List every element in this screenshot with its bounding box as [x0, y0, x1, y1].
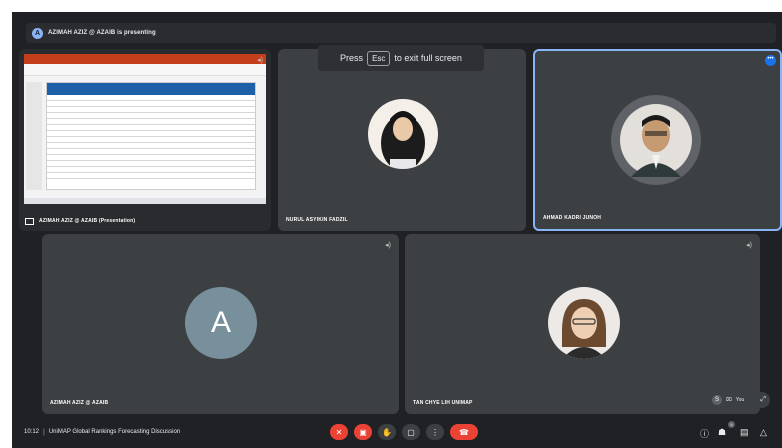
meeting-title: UniMAP Global Rankings Forecasting Discu… [48, 429, 181, 435]
self-view-pill[interactable]: S ⌧ You ⤢ [708, 392, 770, 408]
presenter-avatar-icon: A [32, 27, 43, 39]
more-options-button[interactable]: ⋮ [426, 424, 444, 440]
separator: | [43, 428, 45, 436]
mute-indicator-icon: ◂) [257, 57, 263, 64]
raise-hand-button[interactable]: ✋ [378, 424, 396, 440]
participant-avatar: A [185, 287, 257, 359]
camera-off-button[interactable]: ▣ [354, 424, 372, 440]
self-view-label: You [735, 397, 745, 403]
mic-off-button[interactable]: ✕ [330, 424, 348, 440]
participant-photo [548, 287, 620, 359]
presenting-text: AZIMAH AZIZ @ AZAIB is presenting [48, 30, 156, 36]
fullscreen-toast: Press Esc to exit full screen [318, 45, 484, 71]
shared-screen [24, 54, 266, 204]
control-bar: 10:12 | UniMAP Global Rankings Forecasti… [12, 416, 782, 448]
chat-icon[interactable]: ▤ [740, 427, 749, 438]
self-avatar-icon: S [712, 395, 722, 405]
participant-photo [611, 95, 701, 185]
tile-name: TAN CHYE LIH UNIMAP [413, 400, 473, 406]
presenting-banner: A AZIMAH AZIZ @ AZAIB is presenting [26, 23, 776, 43]
tile-name: AZIMAH AZIZ @ AZAIB (Presentation) [39, 218, 136, 224]
tile-name: NURUL ASYIKIN FADZIL [286, 217, 348, 223]
camera-off-icon: ▣ [359, 427, 367, 437]
present-button[interactable]: ▢ [402, 424, 420, 440]
more-options-icon[interactable]: ••• [765, 55, 776, 66]
app-ribbon [24, 64, 266, 76]
presentation-icon [25, 218, 34, 225]
tile-participant[interactable]: ◂) TAN CHYE LIH UNIMAP [405, 234, 760, 414]
tile-name: AHMAD KADRI JUNOH [543, 215, 602, 221]
tile-participant[interactable]: ◂) A AZIMAH AZIZ @ AZAIB [42, 234, 399, 414]
meet-window: A AZIMAH AZIZ @ AZAIB is presenting AZIM… [12, 12, 782, 448]
fullscreen-icon[interactable]: ⤢ [760, 396, 766, 404]
mic-off-icon: ✕ [335, 427, 343, 437]
toast-text-before: Press [340, 53, 364, 63]
more-options-icon: ⋮ [431, 427, 439, 437]
app-titlebar [24, 54, 266, 64]
present-icon: ▢ [407, 427, 415, 437]
toast-text-after: to exit full screen [394, 53, 462, 63]
tile-participant-speaking[interactable]: ••• AHMAD KADRI JUNOH [533, 49, 782, 231]
tile-participant[interactable]: NURUL ASYIKIN FADZIL [278, 49, 526, 231]
people-count-badge: 5 [728, 421, 735, 428]
shared-table [46, 82, 256, 190]
participant-photo [368, 99, 438, 169]
shared-taskbar [24, 198, 266, 204]
esc-key: Esc [367, 50, 391, 66]
people-icon[interactable]: ☗ [718, 427, 726, 438]
camera-off-icon: ⌧ [726, 397, 732, 403]
info-icon[interactable]: ⓘ [700, 427, 709, 440]
hang-up-button[interactable]: ☎ [450, 424, 478, 440]
activities-icon[interactable]: △ [760, 427, 767, 438]
mute-indicator-icon: ◂) [746, 242, 752, 249]
tile-presentation[interactable]: AZIMAH AZIZ @ AZAIB (Presentation) ◂) [19, 49, 271, 231]
meeting-time: 10:12 [24, 429, 40, 435]
raise-hand-icon: ✋ [382, 427, 392, 437]
slide-thumbnails [26, 82, 42, 190]
hang-up-icon: ☎ [459, 427, 469, 437]
tile-name: AZIMAH AZIZ @ AZAIB [50, 400, 109, 406]
mute-indicator-icon: ◂) [385, 242, 391, 249]
